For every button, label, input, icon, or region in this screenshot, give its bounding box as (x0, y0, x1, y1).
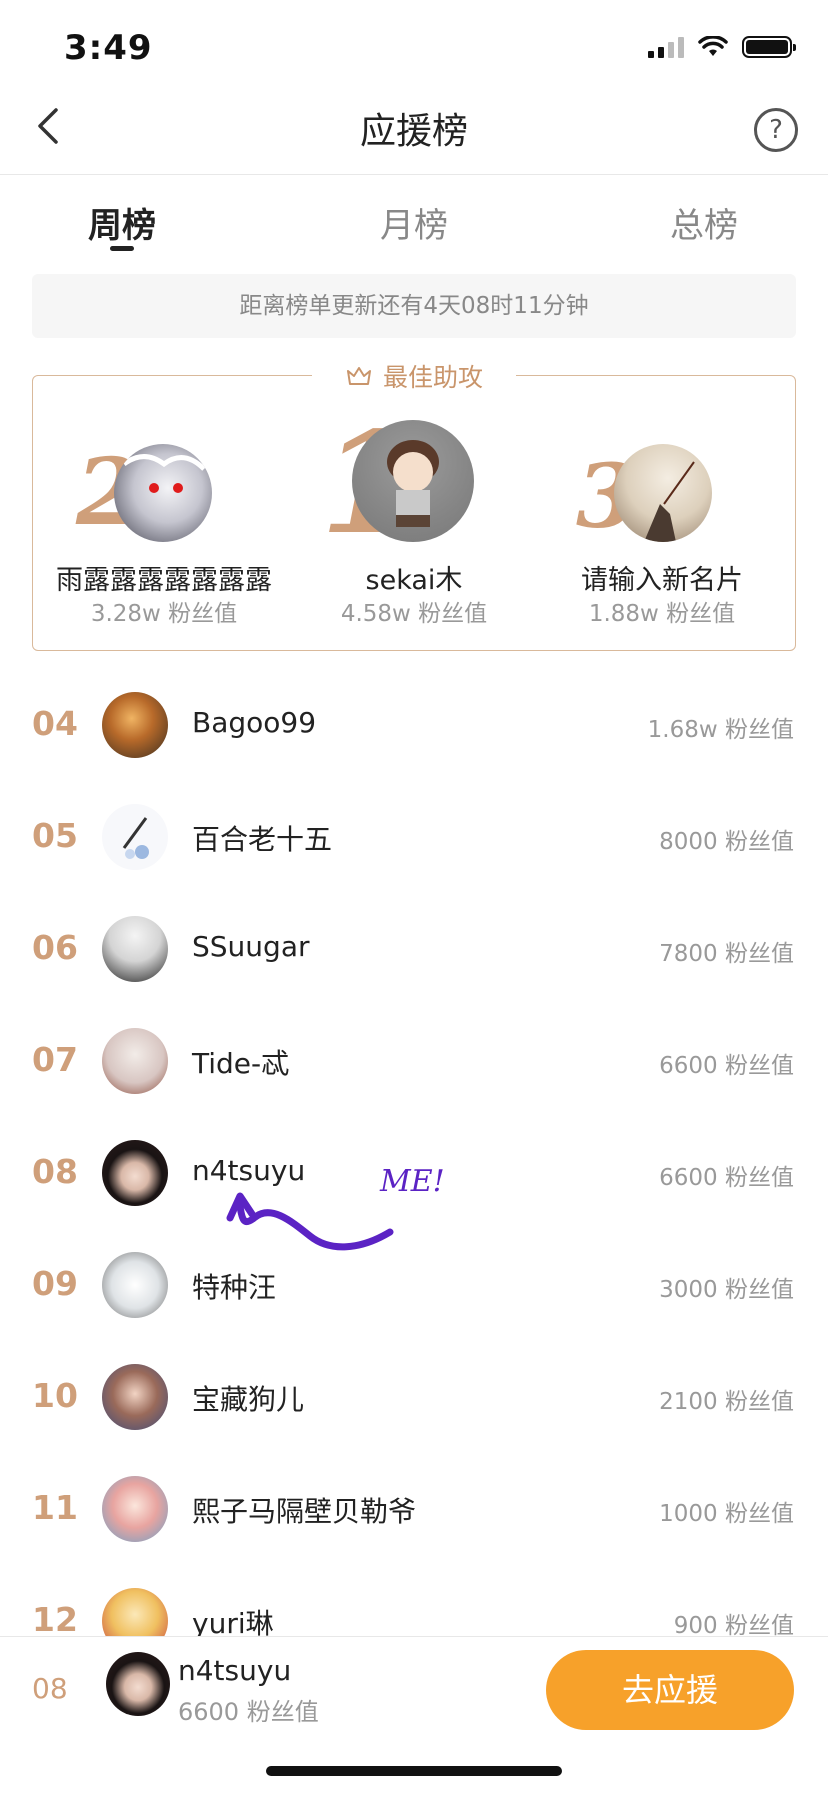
list-rank: 06 (32, 928, 78, 967)
update-countdown: 距离榜单更新还有4天08时11分钟 (32, 274, 796, 338)
podium-name-1: sekai木 (365, 565, 463, 596)
list-name: 百合老十五 (192, 823, 333, 856)
avatar[interactable] (102, 1476, 168, 1542)
list-score: 8000 粉丝值 (659, 829, 794, 855)
avatar[interactable] (102, 1140, 168, 1206)
avatar-art (387, 440, 439, 527)
tab-weekly[interactable]: 周榜 (52, 198, 192, 247)
annotation-text: ME! (380, 1164, 445, 1199)
status-time: 3:49 (64, 28, 153, 68)
list-name: 熙子马隔壁贝勒爷 (192, 1495, 417, 1528)
tab-total[interactable]: 总榜 (634, 198, 774, 247)
tab-active-indicator (110, 246, 134, 251)
avatar[interactable] (102, 804, 168, 870)
status-icons (648, 36, 796, 58)
list-name: 特种汪 (192, 1271, 277, 1304)
avatar[interactable] (102, 692, 168, 758)
list-item[interactable]: 11 熙子马隔壁贝勒爷 1000 粉丝值 (0, 1454, 828, 1566)
list-score: 7800 粉丝值 (659, 941, 794, 967)
crown-icon (346, 367, 371, 385)
list-name: Tide-忒 (192, 1047, 290, 1080)
list-item[interactable]: 07 Tide-忒 6600 粉丝值 (0, 1006, 828, 1118)
avatar[interactable] (106, 1652, 170, 1716)
list-rank: 08 (32, 1152, 78, 1191)
list-rank: 10 (32, 1376, 78, 1415)
page-title: 应援榜 (359, 111, 468, 152)
podium-score-3: 1.88w 粉丝值 (588, 601, 736, 627)
list-rank: 09 (32, 1264, 78, 1303)
list-rank: 07 (32, 1040, 78, 1079)
my-name: n4tsuyu (178, 1654, 292, 1687)
list-rank: 05 (32, 816, 78, 855)
list-item[interactable]: 04 Bagoo99 1.68w 粉丝值 (0, 670, 828, 782)
list-rank: 04 (32, 704, 78, 743)
podium-name-3: 请输入新名片 (581, 565, 743, 596)
tab-monthly[interactable]: 月榜 (344, 198, 484, 247)
list-score: 3000 粉丝值 (659, 1277, 794, 1303)
list-score: 6600 粉丝值 (659, 1165, 794, 1191)
list-name: SSuugar (192, 930, 310, 963)
cheer-button[interactable]: 去应援 (546, 1650, 794, 1730)
wifi-icon (698, 36, 728, 56)
list-rank: 12 (32, 1600, 78, 1639)
my-score: 6600 粉丝值 (178, 1698, 319, 1726)
avatar[interactable] (102, 916, 168, 982)
list-score: 1.68w 粉丝值 (647, 717, 794, 743)
avatar-art (644, 461, 695, 542)
podium-score-2: 3.28w 粉丝值 (90, 601, 238, 627)
signal-icon (648, 36, 684, 58)
my-rank: 08 (32, 1672, 68, 1705)
podium-name-2: 雨露露露露露露露 (56, 565, 272, 596)
avatar[interactable] (102, 1364, 168, 1430)
list-score: 6600 粉丝值 (659, 1053, 794, 1079)
list-item[interactable]: 06 SSuugar 7800 粉丝值 (0, 894, 828, 1006)
battery-icon (742, 36, 796, 58)
top3-header: 最佳助攻 (312, 358, 516, 394)
annotation-arrow-icon (226, 1192, 394, 1251)
list-item[interactable]: 09 特种汪 3000 粉丝值 (0, 1230, 828, 1342)
help-icon[interactable]: ? (754, 108, 798, 152)
top3-header-label: 最佳助攻 (382, 363, 483, 392)
list-item[interactable]: 05 百合老十五 8000 粉丝值 (0, 782, 828, 894)
avatar[interactable] (102, 1252, 168, 1318)
avatar[interactable] (614, 444, 712, 542)
list-name: Bagoo99 (192, 706, 317, 739)
list-name: 宝藏狗儿 (192, 1383, 305, 1416)
avatar[interactable] (114, 444, 212, 542)
list-score: 2100 粉丝值 (659, 1389, 794, 1415)
list-rank: 11 (32, 1488, 78, 1527)
avatar[interactable] (102, 1028, 168, 1094)
list-score: 1000 粉丝值 (659, 1501, 794, 1527)
podium-score-1: 4.58w 粉丝值 (340, 601, 488, 627)
home-indicator (266, 1766, 562, 1776)
avatar-art (122, 454, 206, 493)
list-score: 900 粉丝值 (673, 1613, 794, 1639)
avatar[interactable] (352, 420, 474, 542)
nav-divider (0, 174, 828, 175)
avatar-art (122, 817, 149, 859)
list-item[interactable]: 10 宝藏狗儿 2100 粉丝值 (0, 1342, 828, 1454)
